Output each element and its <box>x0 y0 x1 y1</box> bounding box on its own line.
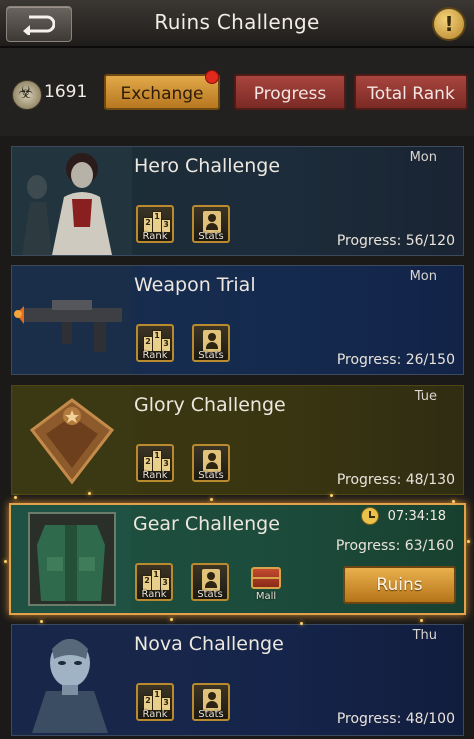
stats-label: Stats <box>197 589 223 600</box>
rank-button[interactable]: 213 Rank <box>136 205 174 243</box>
biohazard-coin-icon <box>12 80 42 110</box>
progress-text: Progress: 56/120 <box>336 233 455 249</box>
profile-stats-icon <box>203 330 221 352</box>
gear-armor-art <box>11 505 131 613</box>
podium-icon: 213 <box>143 211 171 233</box>
progress-text: Progress: 26/150 <box>336 352 455 368</box>
glory-challenge-card[interactable]: Glory Challenge Tue 213 Rank Stats Progr… <box>11 385 464 495</box>
sparkle-effect <box>14 496 17 499</box>
rank-label: Rank <box>142 231 168 242</box>
sparkle-effect <box>330 494 333 497</box>
card-title: Glory Challenge <box>134 394 286 416</box>
sparkle-effect <box>300 622 303 625</box>
stats-button[interactable]: Stats <box>191 563 229 601</box>
rank-label: Rank <box>141 589 167 600</box>
card-title: Gear Challenge <box>133 513 280 535</box>
progress-text: Progress: 48/130 <box>336 472 455 488</box>
rank-button[interactable]: 213 Rank <box>136 444 174 482</box>
schedule-day: Mon <box>409 269 437 284</box>
sparkle-effect <box>88 492 91 495</box>
profile-stats-icon <box>203 450 221 472</box>
nova-android-art <box>12 625 132 733</box>
schedule-day: Mon <box>409 150 437 165</box>
profile-stats-icon <box>203 211 221 233</box>
podium-icon: 213 <box>143 330 171 352</box>
header-bar: Ruins Challenge ! <box>0 0 474 48</box>
page-title: Ruins Challenge <box>154 10 320 34</box>
nova-challenge-card[interactable]: Nova Challenge Thu 213 Rank Stats Progre… <box>11 624 464 736</box>
rank-label: Rank <box>142 350 168 361</box>
zombie-nurse-art <box>12 147 132 255</box>
rifle-art <box>12 266 132 374</box>
stats-button[interactable]: Stats <box>192 324 230 362</box>
card-title: Hero Challenge <box>134 155 281 177</box>
podium-icon: 213 <box>142 569 170 591</box>
sparkle-effect <box>210 498 213 501</box>
sparkle-effect <box>420 619 423 622</box>
gear-challenge-card[interactable]: Gear Challenge 07:34:18 Progress: 63/160… <box>9 503 466 615</box>
stats-label: Stats <box>198 231 224 242</box>
stats-button[interactable]: Stats <box>192 444 230 482</box>
profile-stats-icon <box>203 689 221 711</box>
profile-stats-icon <box>202 569 220 591</box>
sparkle-effect <box>40 620 43 623</box>
sparkle-effect <box>4 560 7 563</box>
hero-challenge-card[interactable]: Hero Challenge Mon 213 Rank Stats Progre… <box>11 146 464 256</box>
podium-icon: 213 <box>143 689 171 711</box>
currency-value: 1691 <box>44 82 88 102</box>
rank-label: Rank <box>142 709 168 720</box>
info-button[interactable]: ! <box>432 7 466 41</box>
glory-badge-art <box>12 386 132 494</box>
stats-button[interactable]: Stats <box>192 205 230 243</box>
schedule-day: Tue <box>414 389 437 404</box>
countdown-timer: 07:34:18 <box>387 509 446 524</box>
stats-button[interactable]: Stats <box>192 683 230 721</box>
schedule-day: Thu <box>412 628 437 643</box>
stats-label: Stats <box>198 470 224 481</box>
weapon-trial-card[interactable]: Weapon Trial Mon 213 Rank Stats Progress… <box>11 265 464 375</box>
progress-tab[interactable]: Progress <box>234 74 346 110</box>
sparkle-effect <box>170 618 173 621</box>
rank-label: Rank <box>142 470 168 481</box>
ruins-button[interactable]: Ruins <box>343 566 456 604</box>
notification-dot <box>205 70 219 84</box>
mall-button[interactable]: Mall <box>247 563 285 602</box>
podium-icon: 213 <box>143 450 171 472</box>
card-title: Nova Challenge <box>134 633 284 655</box>
exchange-tab[interactable]: Exchange <box>104 74 220 110</box>
progress-text: Progress: 63/160 <box>335 538 454 554</box>
total-rank-tab[interactable]: Total Rank <box>354 74 468 110</box>
rank-button[interactable]: 213 Rank <box>136 324 174 362</box>
progress-text: Progress: 48/100 <box>336 711 455 727</box>
card-title: Weapon Trial <box>134 274 256 296</box>
clock-icon <box>361 507 379 525</box>
sparkle-effect <box>452 500 455 503</box>
rank-button[interactable]: 213 Rank <box>135 563 173 601</box>
stats-label: Stats <box>198 350 224 361</box>
stats-label: Stats <box>198 709 224 720</box>
sparkle-effect <box>467 540 470 543</box>
treasure-chest-icon <box>251 567 281 589</box>
mall-label: Mall <box>255 591 277 602</box>
rank-button[interactable]: 213 Rank <box>136 683 174 721</box>
